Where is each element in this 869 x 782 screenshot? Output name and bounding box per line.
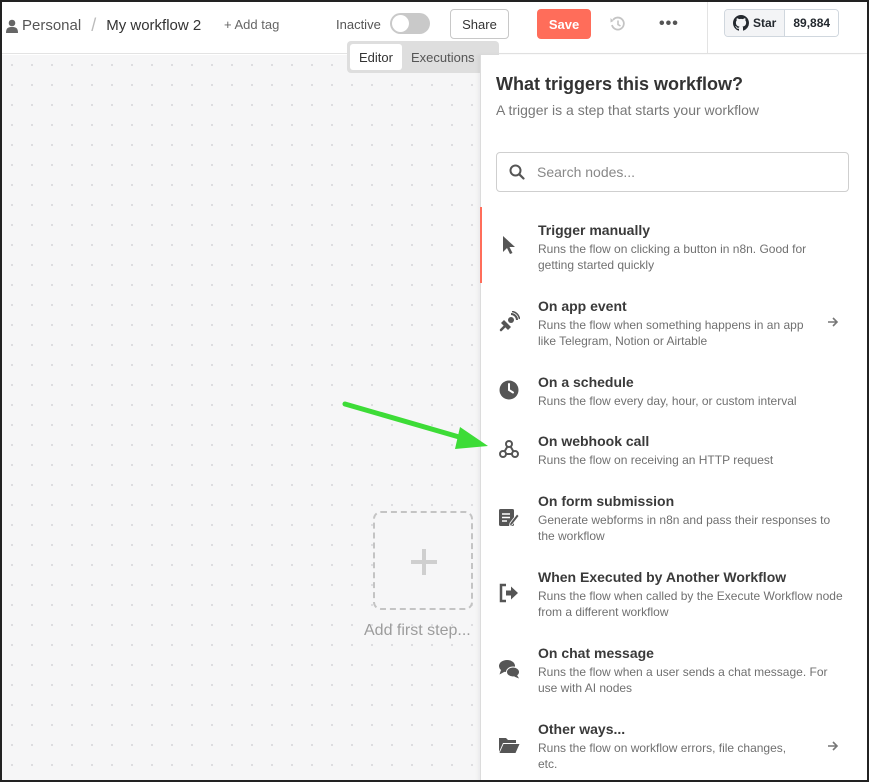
trigger-item-title: On form submission xyxy=(538,493,675,509)
trigger-item-desc: Runs the flow on workflow errors, file c… xyxy=(538,741,787,771)
selected-indicator xyxy=(480,207,482,283)
search-field[interactable] xyxy=(496,152,849,192)
trigger-item-title: Other ways... xyxy=(538,721,626,737)
trigger-item-title: Trigger manually xyxy=(538,222,651,238)
trigger-item-other[interactable]: Other ways... Runs the flow on workflow … xyxy=(481,707,866,780)
trigger-item-title: On webhook call xyxy=(538,433,650,449)
github-star-label: Star xyxy=(753,16,777,30)
trigger-item-webhook[interactable]: On webhook call Runs the flow on receivi… xyxy=(481,419,866,479)
trigger-item-desc: Runs the flow when something happens in … xyxy=(538,318,804,348)
breadcrumb: Personal / My workflow 2 xyxy=(6,15,201,36)
search-input[interactable] xyxy=(537,164,837,180)
trigger-item-app-event[interactable]: On app event Runs the flow when somethin… xyxy=(481,283,866,359)
trigger-item-form[interactable]: On form submission Generate webforms in … xyxy=(481,479,866,555)
webhook-icon xyxy=(499,440,519,458)
workflow-name[interactable]: My workflow 2 xyxy=(106,17,201,34)
save-button[interactable]: Save xyxy=(537,9,591,39)
clock-icon xyxy=(499,380,519,400)
panel-subtitle: A trigger is a step that starts your wor… xyxy=(496,102,759,118)
github-star-count[interactable]: 89,884 xyxy=(785,10,839,36)
annotation-arrow xyxy=(342,401,488,449)
arrow-right-icon xyxy=(828,317,839,327)
header-divider xyxy=(707,2,708,54)
trigger-item-title: On a schedule xyxy=(538,374,634,390)
add-first-step-button[interactable] xyxy=(373,511,473,610)
trigger-item-desc: Runs the flow every day, hour, or custom… xyxy=(538,394,797,408)
trigger-item-title: On chat message xyxy=(538,645,654,661)
active-toggle[interactable] xyxy=(390,13,430,34)
cursor-icon xyxy=(503,236,515,254)
trigger-item-desc: Generate webforms in n8n and pass their … xyxy=(538,513,831,543)
add-tag-button[interactable]: + Add tag xyxy=(224,17,279,32)
trigger-panel: What triggers this workflow? A trigger i… xyxy=(480,55,866,780)
sign-out-icon xyxy=(499,583,518,603)
github-icon xyxy=(733,15,749,31)
panel-title: What triggers this workflow? xyxy=(496,74,744,94)
view-tabs: Editor Executions xyxy=(347,41,499,73)
github-star-widget[interactable]: Star 89,884 xyxy=(724,9,840,37)
toggle-knob xyxy=(392,15,409,32)
plus-icon-vertical xyxy=(422,549,426,575)
workspace-link[interactable]: Personal xyxy=(22,17,81,34)
user-icon xyxy=(6,19,18,33)
status-label: Inactive xyxy=(336,17,381,32)
folder-open-icon xyxy=(499,738,520,753)
trigger-item-manual[interactable]: Trigger manually Runs the flow on clicki… xyxy=(480,207,866,283)
arrow-right-icon xyxy=(828,741,839,751)
app-window: Personal / My workflow 2 + Add tag Inact… xyxy=(0,0,869,782)
tab-editor[interactable]: Editor xyxy=(350,44,402,70)
trigger-item-desc: Runs the flow on clicking a button in n8… xyxy=(538,242,807,272)
satellite-icon xyxy=(499,311,520,332)
share-button[interactable]: Share xyxy=(450,9,509,39)
trigger-item-chat[interactable]: On chat message Runs the flow when a use… xyxy=(481,631,866,707)
tab-executions[interactable]: Executions xyxy=(402,44,484,70)
search-icon xyxy=(509,164,525,180)
trigger-item-executed-by-workflow[interactable]: When Executed by Another Workflow Runs t… xyxy=(481,555,866,631)
more-options-icon[interactable]: ••• xyxy=(659,15,679,33)
trigger-item-desc: Runs the flow when called by the Execute… xyxy=(538,589,843,619)
form-icon xyxy=(499,509,520,527)
trigger-item-desc: Runs the flow when a user sends a chat m… xyxy=(538,665,828,695)
add-first-step-label: Add first step... xyxy=(364,622,471,639)
comments-icon xyxy=(499,660,520,679)
trigger-item-title: When Executed by Another Workflow xyxy=(538,569,787,585)
trigger-item-desc: Runs the flow on receiving an HTTP reque… xyxy=(538,453,774,467)
trigger-item-title: On app event xyxy=(538,298,627,314)
history-icon[interactable] xyxy=(609,15,627,33)
breadcrumb-separator: / xyxy=(91,15,97,35)
github-star-button[interactable]: Star xyxy=(725,10,786,36)
trigger-item-schedule[interactable]: On a schedule Runs the flow every day, h… xyxy=(481,359,866,419)
